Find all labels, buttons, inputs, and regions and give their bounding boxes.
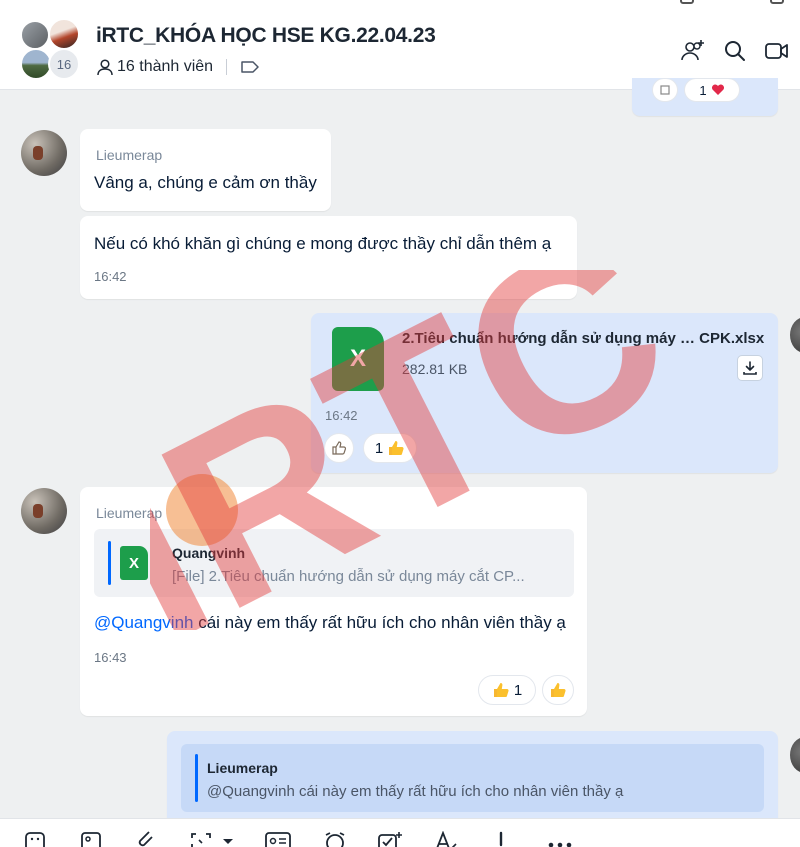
member-count-badge: 16 xyxy=(48,48,80,80)
reaction-count: 1 xyxy=(513,681,523,699)
divider xyxy=(226,59,228,75)
quote-bar xyxy=(108,541,111,585)
my-avatar xyxy=(790,737,800,773)
quote-sender: Lieumerap xyxy=(207,760,278,776)
members-info[interactable]: 16 thành viên xyxy=(96,58,260,76)
thumbs-up-icon xyxy=(389,441,404,455)
quoted-message[interactable]: X Quangvinh [File] 2.Tiêu chuẩn hướng dẫ… xyxy=(94,529,574,597)
search-icon[interactable] xyxy=(722,38,748,64)
quote-text: @Quangvinh cái này em thấy rất hữu ích c… xyxy=(207,783,624,800)
my-avatar xyxy=(790,317,800,353)
member-avatar xyxy=(20,20,50,50)
copy-icon xyxy=(660,85,670,95)
attach-icon[interactable] xyxy=(136,831,158,847)
message-bubble-partial: 1 xyxy=(632,78,778,116)
reaction-summary[interactable]: 1 xyxy=(478,675,536,705)
reaction-button[interactable] xyxy=(652,78,678,102)
sender-name: Lieumerap xyxy=(96,505,163,521)
message-time: 16:43 xyxy=(94,650,127,665)
file-name[interactable]: 2.Tiêu chuẩn hướng dẫn sử dụng máy … CPK… xyxy=(402,330,764,347)
download-button[interactable] xyxy=(737,355,763,381)
message-body: cái này em thấy rất hữu ích cho nhân viê… xyxy=(193,613,566,632)
message-time: 16:42 xyxy=(325,408,358,423)
quote-text: [File] 2.Tiêu chuẩn hướng dẫn sử dụng má… xyxy=(172,568,525,585)
quote-sender: Quangvinh xyxy=(172,545,246,561)
member-icon xyxy=(97,59,113,76)
more-icon[interactable] xyxy=(546,831,574,847)
member-avatar xyxy=(48,18,80,50)
reaction-summary[interactable]: 1 xyxy=(363,433,417,463)
image-icon[interactable] xyxy=(80,831,102,847)
reaction-count: 1 xyxy=(374,439,384,457)
reply-message-bubble[interactable]: Lieumerap @Quangvinh cái này em thấy rất… xyxy=(167,731,778,831)
react-button[interactable] xyxy=(324,433,354,463)
reaction-summary[interactable]: 1 xyxy=(684,78,740,102)
sender-name: Lieumerap xyxy=(96,147,163,163)
chevron-down-icon[interactable] xyxy=(220,831,236,847)
urgent-icon[interactable] xyxy=(495,831,507,847)
task-icon[interactable] xyxy=(377,831,403,847)
thumbs-up-icon xyxy=(493,683,509,697)
excel-file-icon: X xyxy=(332,327,384,391)
sender-avatar[interactable] xyxy=(21,130,67,176)
heart-icon xyxy=(711,84,724,95)
group-title[interactable]: iRTC_KHÓA HỌC HSE KG.22.04.23 xyxy=(96,24,436,48)
window-icon[interactable] xyxy=(680,0,694,4)
message-text: @Quangvinh cái này em thấy rất hữu ích c… xyxy=(94,613,566,633)
thumbs-up-icon xyxy=(551,683,566,697)
add-member-icon[interactable] xyxy=(680,38,706,64)
composer-toolbar xyxy=(0,818,800,847)
file-size: 282.81 KB xyxy=(402,361,468,377)
message-time: 16:42 xyxy=(94,269,127,284)
react-button[interactable] xyxy=(542,675,574,705)
text-format-icon[interactable] xyxy=(433,831,459,847)
thumbs-up-outline-icon xyxy=(332,441,347,455)
contact-card-icon[interactable] xyxy=(264,831,292,847)
screenshot-icon[interactable] xyxy=(190,831,212,847)
members-label: 16 thành viên xyxy=(117,58,214,75)
mention-link[interactable]: @Quangvinh xyxy=(94,613,194,632)
download-icon xyxy=(743,361,757,375)
sticker-icon[interactable] xyxy=(24,831,46,847)
quote-bar xyxy=(195,754,198,802)
message-text: Nếu có khó khăn gì chúng e mong được thầ… xyxy=(94,234,552,253)
label-tag-icon[interactable] xyxy=(240,60,260,74)
sender-avatar[interactable] xyxy=(21,488,67,534)
message-bubble[interactable]: Nếu có khó khăn gì chúng e mong được thầ… xyxy=(80,216,577,299)
file-message-bubble[interactable]: X 2.Tiêu chuẩn hướng dẫn sử dụng máy … C… xyxy=(311,313,778,473)
chat-header: 16 iRTC_KHÓA HỌC HSE KG.22.04.23 16 thàn… xyxy=(0,0,800,90)
message-text: Vâng a, chúng e cảm ơn thầy xyxy=(94,173,317,192)
video-call-icon[interactable] xyxy=(764,38,790,64)
message-bubble[interactable]: Lieumerap X Quangvinh [File] 2.Tiêu chuẩ… xyxy=(80,487,587,716)
window-controls xyxy=(660,0,800,6)
window-icon[interactable] xyxy=(770,0,784,4)
quoted-message[interactable]: Lieumerap @Quangvinh cái này em thấy rất… xyxy=(181,744,764,812)
reminder-icon[interactable] xyxy=(322,831,348,847)
reaction-count: 1 xyxy=(699,82,707,98)
excel-file-icon: X xyxy=(120,546,148,580)
message-bubble[interactable]: Lieumerap Vâng a, chúng e cảm ơn thầy xyxy=(80,129,331,211)
